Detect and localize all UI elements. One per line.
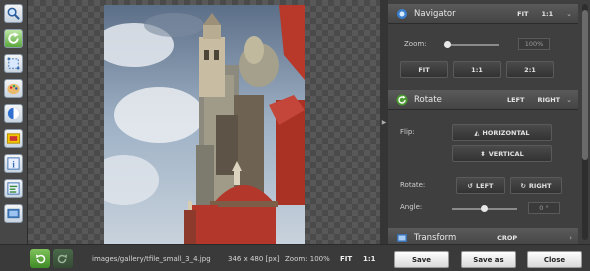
zoom-slider[interactable] <box>443 41 499 48</box>
rotate-left-icon: ↺ <box>467 181 473 190</box>
navigator-fit-action[interactable]: FIT <box>517 10 528 18</box>
properties-panel: Navigator FIT 1:1 ⌄ Zoom: 100% FIT 1:1 2… <box>388 0 590 244</box>
angle-value-field[interactable]: 0 ° <box>528 202 560 214</box>
rotate-right-label: RIGHT <box>528 181 552 190</box>
chevron-down-icon[interactable]: ⌄ <box>566 96 572 104</box>
rotate-title: Rotate <box>414 94 442 105</box>
photo-preview <box>104 5 305 244</box>
image-canvas[interactable] <box>28 0 380 244</box>
redo-button[interactable] <box>53 249 73 268</box>
panel-collapse-handle[interactable]: ▶ <box>380 0 388 244</box>
palette-tool-icon[interactable] <box>4 79 23 98</box>
rotate-icon <box>396 94 408 106</box>
chevron-right-icon[interactable]: › <box>569 234 572 242</box>
rotate-right-button[interactable]: ↻ RIGHT <box>510 177 562 194</box>
transform-crop-action[interactable]: CROP <box>497 234 517 242</box>
navigator-2to1-button[interactable]: 2:1 <box>506 61 554 78</box>
status-fit-button[interactable]: FIT <box>340 255 352 263</box>
close-button[interactable]: Close <box>527 251 582 268</box>
transform-title: Transform <box>414 232 457 243</box>
navigator-fit-button[interactable]: FIT <box>400 61 448 78</box>
flip-vertical-icon: ⬍ <box>480 149 486 158</box>
transform-header[interactable]: Transform CROP › <box>388 228 578 244</box>
flip-vertical-label: VERTICAL <box>488 149 524 158</box>
rotate-right-icon: ↻ <box>520 181 526 190</box>
flip-label: Flip: <box>400 128 415 136</box>
save-button[interactable]: Save <box>394 251 449 268</box>
navigator-1to1-button[interactable]: 1:1 <box>453 61 501 78</box>
crop-tool-icon[interactable] <box>4 54 23 73</box>
redo-icon <box>57 254 67 263</box>
image-editor-window: i ▶ Navigator FIT 1:1 ⌄ Zoom: 100% FIT 1… <box>0 0 590 271</box>
navigator-title: Navigator <box>414 8 456 19</box>
zoom-label: Zoom: <box>404 40 427 48</box>
rotate-left-action[interactable]: LEFT <box>507 96 524 104</box>
rotate-right-action[interactable]: RIGHT <box>537 96 560 104</box>
svg-text:i: i <box>12 160 15 170</box>
flip-horizontal-button[interactable]: ◭ HORIZONTAL <box>452 124 552 141</box>
file-path: images/gallery/tfile_small_3_4.jpg <box>92 255 211 263</box>
image-dimensions: 346 x 480 [px] <box>228 255 280 263</box>
navigator-icon <box>396 8 408 20</box>
tool-sidebar: i <box>0 0 28 244</box>
adjust-tool-icon[interactable] <box>4 104 23 123</box>
rotate-left-button[interactable]: ↺ LEFT <box>456 177 505 194</box>
text-tool-icon[interactable]: i <box>4 154 23 173</box>
transform-icon <box>396 232 408 244</box>
zoom-slider-knob[interactable] <box>443 41 451 48</box>
rotate-left-label: LEFT <box>475 181 494 190</box>
flip-horizontal-icon: ◭ <box>474 128 480 137</box>
status-1to1-button[interactable]: 1:1 <box>363 255 376 263</box>
frame-tool-icon[interactable] <box>4 129 23 148</box>
zoom-status: Zoom: 100% <box>285 255 330 263</box>
navigator-ratio-action[interactable]: 1:1 <box>541 10 553 18</box>
undo-icon <box>36 254 46 263</box>
save-as-button[interactable]: Save as <box>461 251 516 268</box>
panel-scrollbar[interactable] <box>582 4 588 240</box>
angle-slider[interactable] <box>452 205 517 212</box>
panel-scrollbar-thumb[interactable] <box>582 10 588 160</box>
chevron-down-icon[interactable]: ⌄ <box>566 10 572 18</box>
zoom-tool-icon[interactable] <box>4 4 23 23</box>
status-bar: images/gallery/tfile_small_3_4.jpg 346 x… <box>0 244 590 271</box>
flip-horizontal-label: HORIZONTAL <box>482 128 530 137</box>
rotate-tool-icon[interactable] <box>4 29 23 48</box>
undo-button[interactable] <box>30 249 50 268</box>
rotate-header[interactable]: Rotate LEFT RIGHT ⌄ <box>388 90 578 110</box>
flip-vertical-button[interactable]: ⬍ VERTICAL <box>452 145 552 162</box>
zoom-value-field[interactable]: 100% <box>518 38 550 50</box>
angle-label: Angle: <box>400 203 423 211</box>
angle-slider-knob[interactable] <box>481 205 488 212</box>
navigator-header[interactable]: Navigator FIT 1:1 ⌄ <box>388 4 578 24</box>
resize-tool-icon[interactable] <box>4 204 23 223</box>
effects-tool-icon[interactable] <box>4 179 23 198</box>
rotate-label: Rotate: <box>400 181 426 189</box>
